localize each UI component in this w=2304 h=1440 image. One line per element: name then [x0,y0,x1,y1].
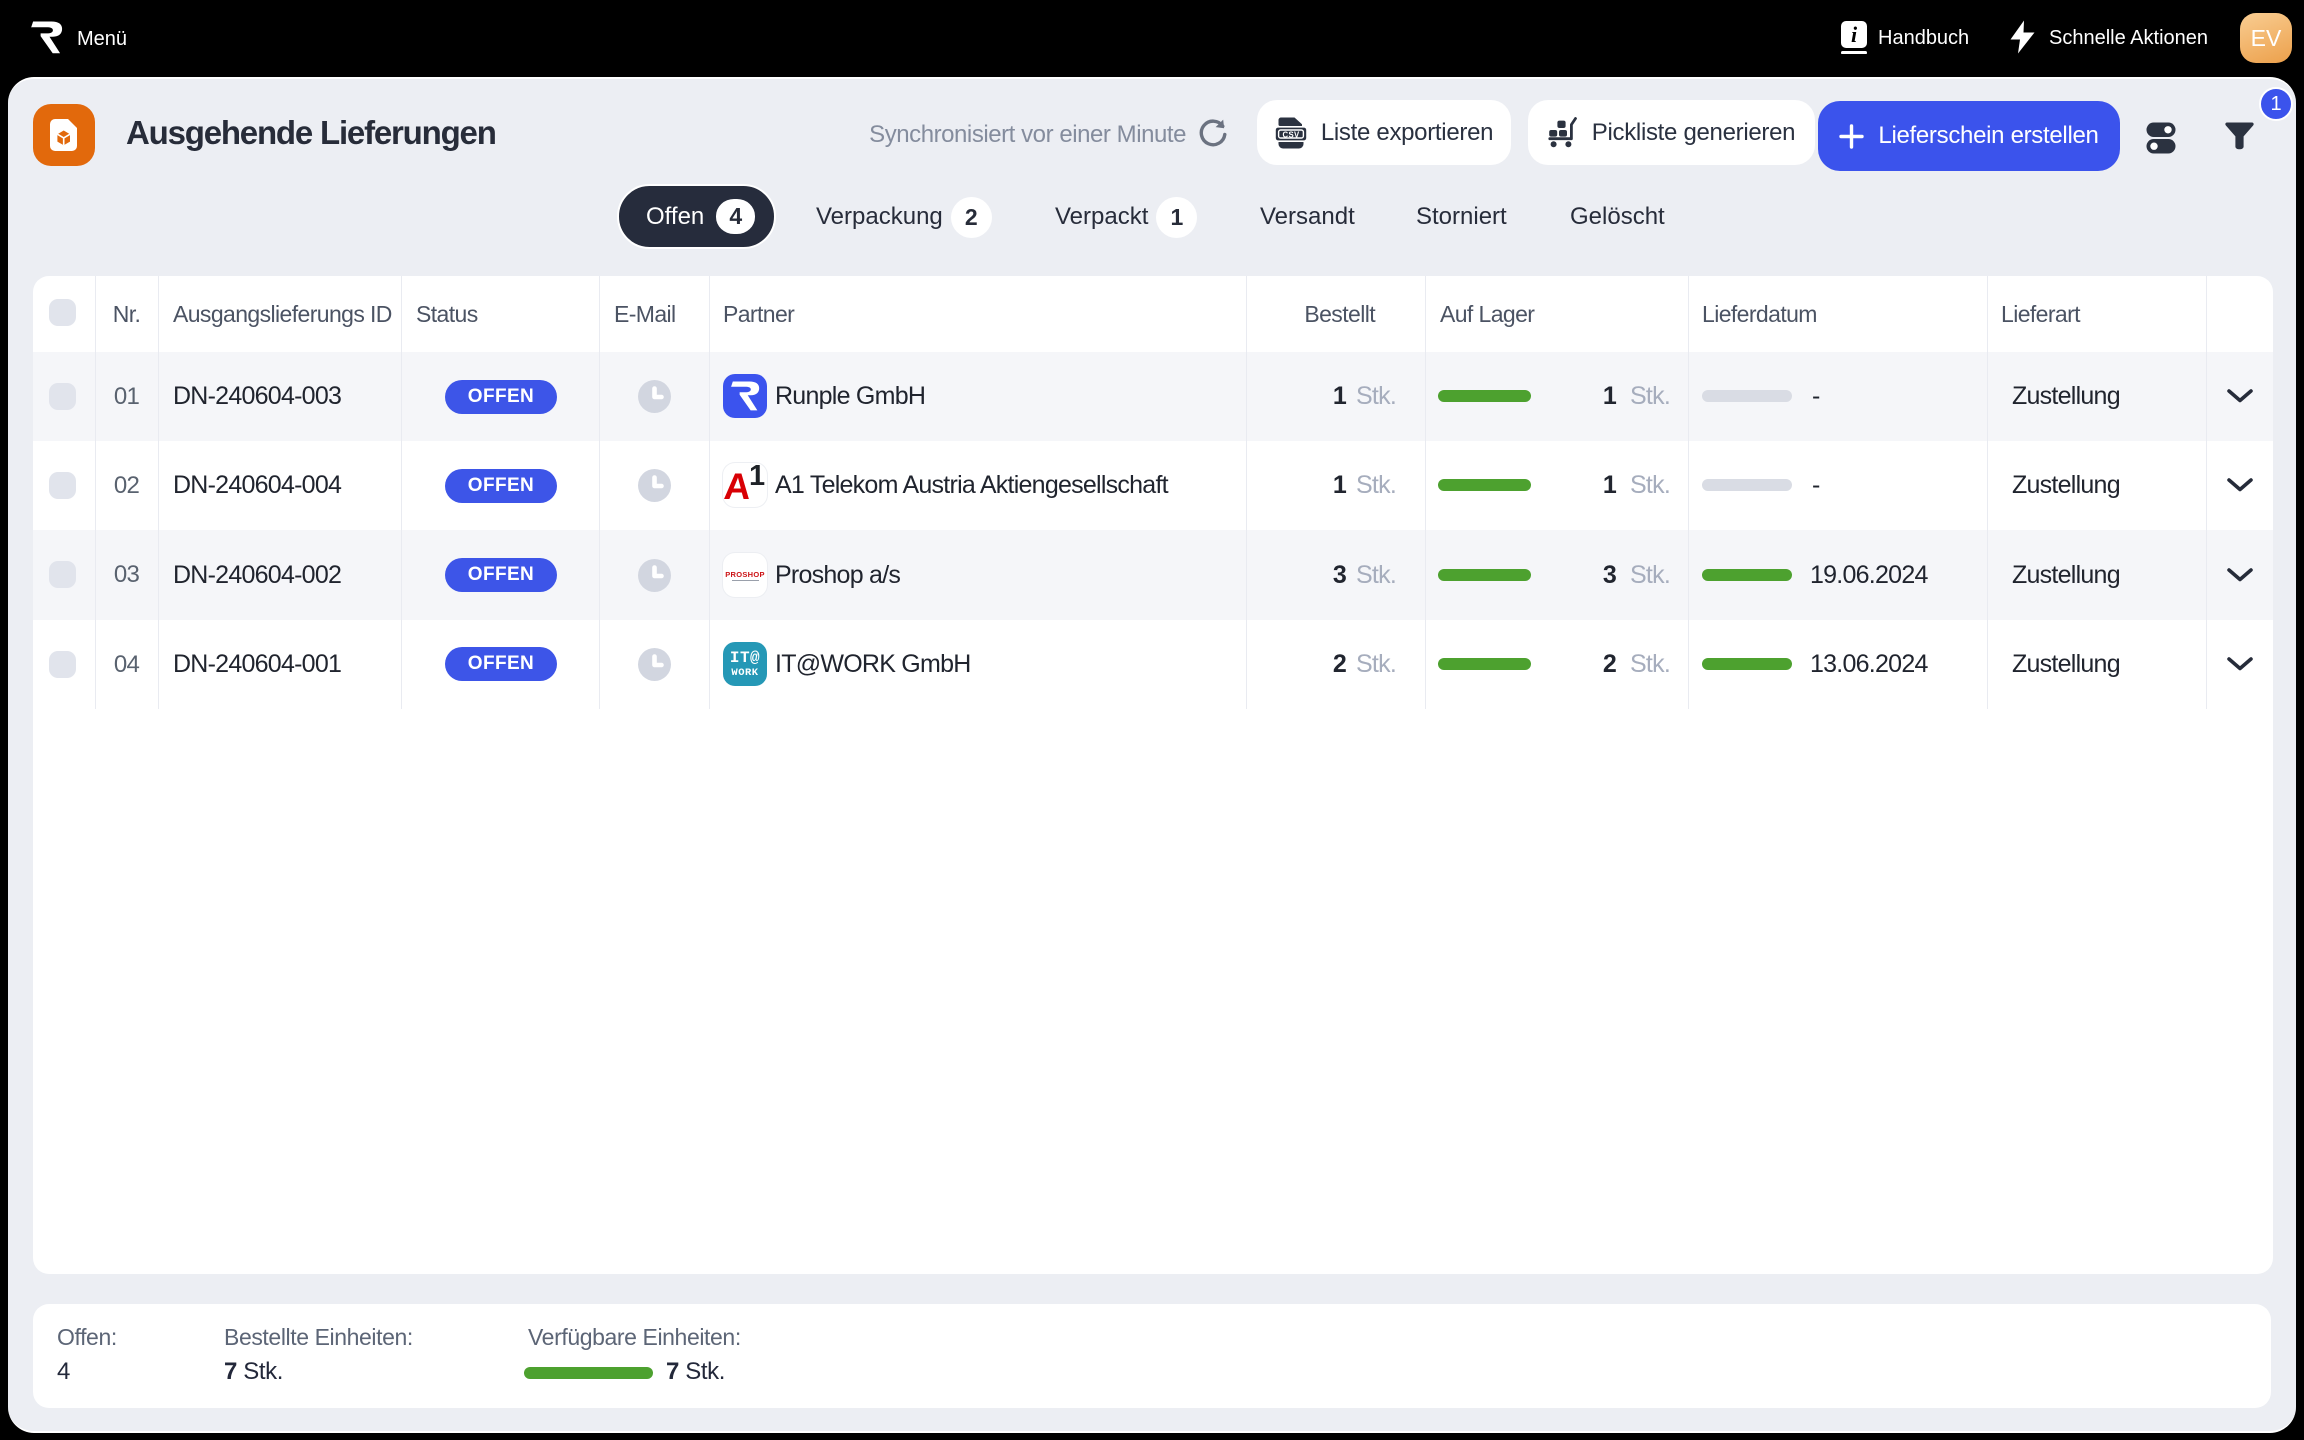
svg-text:i: i [1851,22,1858,47]
svg-text:CSV: CSV [1282,130,1299,139]
